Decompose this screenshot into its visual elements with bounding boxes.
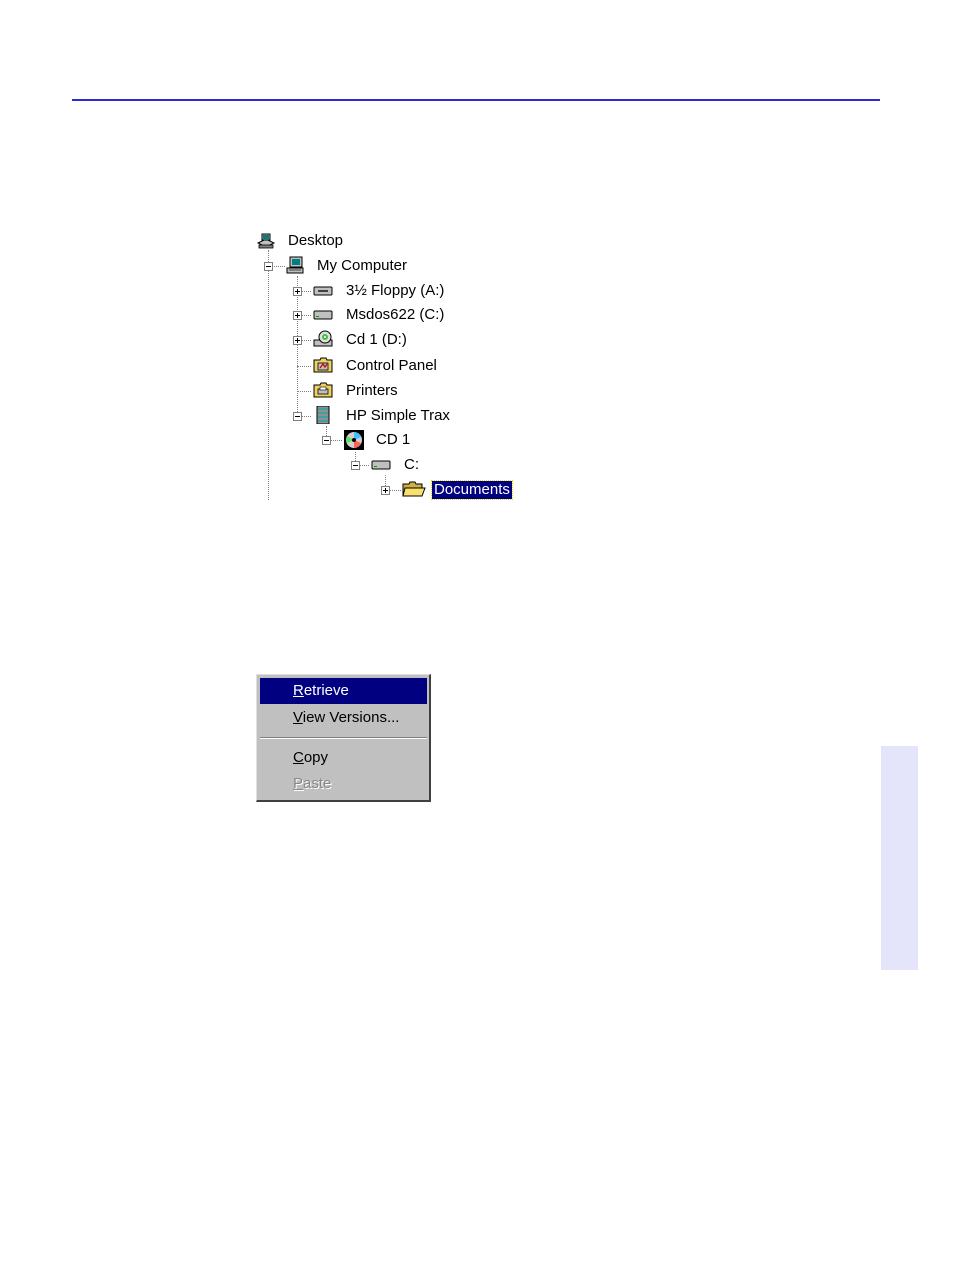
menu-item-mnemonic: R <box>293 682 304 699</box>
tree-item-label: 3½ Floppy (A:) <box>346 282 445 299</box>
menu-item-mnemonic: C <box>293 749 304 766</box>
cd-drive-icon <box>313 330 333 347</box>
printers-folder-icon <box>313 382 333 398</box>
tree-line <box>297 391 311 392</box>
desktop-icon <box>256 233 276 249</box>
tree-item-label: My Computer <box>317 257 408 274</box>
tree-line <box>297 276 298 416</box>
menu-item-label: iew Versions... <box>302 709 400 726</box>
floppy-drive-icon <box>313 286 333 296</box>
menu-item-mnemonic: P <box>293 775 304 792</box>
expand-toggle[interactable] <box>293 287 302 296</box>
cd-disc-icon <box>344 430 364 450</box>
tree-line <box>297 366 311 367</box>
menu-item-paste: Paste <box>260 771 427 797</box>
open-folder-icon <box>402 481 426 497</box>
expand-toggle[interactable] <box>293 311 302 320</box>
menu-item-label: opy <box>303 749 329 766</box>
collapse-toggle[interactable] <box>264 262 273 271</box>
tree-item-label: Printers <box>346 382 398 399</box>
computer-icon <box>286 256 304 274</box>
tree-item-label: Cd 1 (D:) <box>346 331 407 348</box>
tree-item-label: Documents <box>431 480 513 500</box>
menu-item-mnemonic: V <box>293 709 303 726</box>
tree-line <box>268 250 269 500</box>
tree-item-label: CD 1 <box>376 431 411 448</box>
expand-toggle[interactable] <box>381 486 390 495</box>
tree-item-label: C: <box>404 456 419 473</box>
hp-simple-trax-icon <box>316 406 330 424</box>
menu-item-copy[interactable]: Copy <box>260 745 427 771</box>
collapse-toggle[interactable] <box>322 436 331 445</box>
menu-item-view-versions[interactable]: View Versions... <box>260 705 427 731</box>
side-tab <box>881 746 918 970</box>
collapse-toggle[interactable] <box>351 461 360 470</box>
menu-separator <box>260 737 427 739</box>
menu-item-retrieve[interactable]: Retrieve <box>260 678 427 704</box>
tree-item-label: Msdos622 (C:) <box>346 306 445 323</box>
hard-drive-icon <box>313 310 333 320</box>
control-panel-folder-icon <box>313 357 333 373</box>
menu-item-label: etrieve <box>303 682 349 699</box>
expand-toggle[interactable] <box>293 336 302 345</box>
tree-item-label: Control Panel <box>346 357 437 374</box>
folder-tree: Desktop My Computer 3½ Floppy (A:) Msdos… <box>0 0 954 520</box>
tree-item-label: Desktop <box>288 232 344 249</box>
menu-item-label: aste <box>303 775 332 792</box>
tree-item-label: HP Simple Trax <box>346 407 450 424</box>
collapse-toggle[interactable] <box>293 412 302 421</box>
drive-icon <box>371 460 391 470</box>
context-menu: Retrieve View Versions... Copy Paste <box>256 674 431 802</box>
